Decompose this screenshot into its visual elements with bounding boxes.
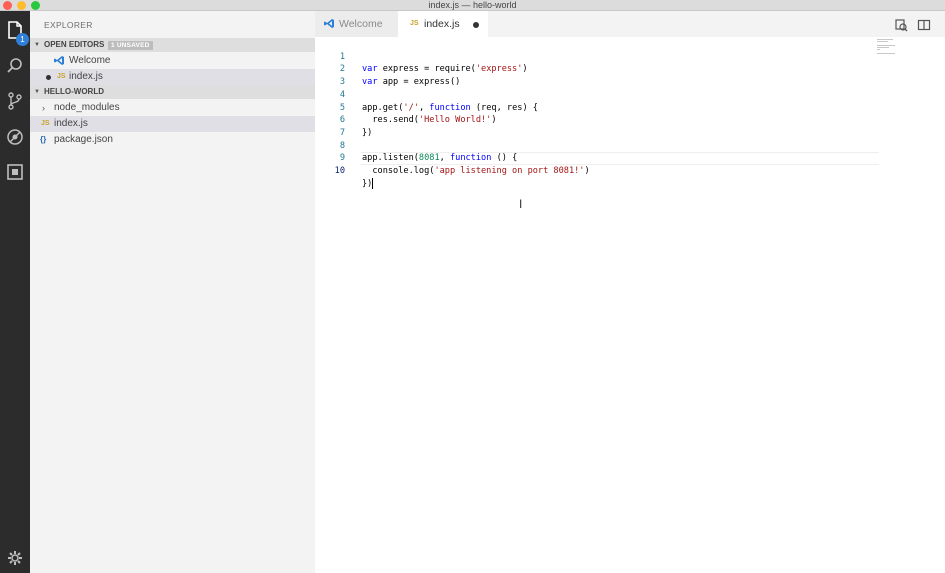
- gear-icon[interactable]: [4, 547, 26, 569]
- code-line: 4 app.get('/', function (req, res) {: [315, 76, 945, 113]
- files-icon[interactable]: 1: [4, 19, 29, 46]
- activity-bar: 1: [0, 11, 30, 573]
- debug-icon[interactable]: [4, 126, 26, 148]
- js-icon: JS: [57, 73, 66, 80]
- editor-tab-bar: Welcome JS index.js: [315, 11, 945, 37]
- extensions-icon[interactable]: [4, 161, 26, 183]
- split-editor-icon[interactable]: [917, 18, 931, 32]
- open-editor-label: Welcome: [69, 55, 111, 66]
- code-line: 8 app.listen(8081, function () {: [315, 127, 945, 164]
- modified-dot-icon[interactable]: [473, 22, 479, 28]
- tree-item-index-js[interactable]: JS index.js: [30, 116, 315, 132]
- code-line: 7: [315, 114, 945, 138]
- js-icon: JS: [410, 20, 419, 27]
- line-number: 10: [334, 166, 345, 176]
- code-line: 2 var app = express(): [315, 51, 945, 87]
- code-editor[interactable]: 1 var express = require('express') 2 var…: [315, 37, 945, 573]
- code-line: 10 }): [315, 152, 945, 189]
- explorer-sidebar: EXPLORER ▼ OPEN EDITORS 1 UNSAVED Welcom…: [30, 11, 315, 573]
- tree-item-label: index.js: [54, 118, 88, 129]
- tab-label: index.js: [424, 18, 460, 30]
- source-control-icon[interactable]: [4, 90, 26, 112]
- open-editor-label: index.js: [69, 71, 103, 82]
- chevron-right-icon: ›: [42, 103, 45, 113]
- text-cursor-icon: I: [519, 197, 523, 211]
- code-line: 1 var express = require('express'): [315, 38, 945, 75]
- code-line: 5 res.send('Hello World!'): [315, 89, 945, 126]
- open-editor-item-welcome[interactable]: Welcome: [30, 53, 315, 69]
- open-changes-icon[interactable]: [894, 18, 908, 32]
- chevron-down-icon: ▼: [34, 42, 40, 48]
- js-icon: JS: [41, 120, 50, 127]
- open-editor-item-index-js[interactable]: JS index.js: [30, 69, 315, 85]
- modified-dot-icon: [46, 75, 51, 80]
- tab-index-js[interactable]: JS index.js: [398, 11, 488, 37]
- chevron-down-icon: ▼: [34, 89, 40, 95]
- code-line: 6 }): [315, 102, 945, 138]
- tab-label: Welcome: [339, 18, 383, 30]
- tree-item-label: package.json: [54, 134, 113, 145]
- folder-header-hello-world[interactable]: ▼ HELLO-WORLD: [30, 85, 315, 99]
- json-icon: {}: [40, 135, 47, 144]
- tree-item-package-json[interactable]: {} package.json: [30, 132, 315, 148]
- title-bar: index.js — hello-world: [0, 0, 945, 11]
- explorer-badge: 1: [16, 33, 29, 46]
- window-title: index.js — hello-world: [428, 0, 517, 10]
- text-caret: [372, 177, 374, 189]
- code-line: 9 console.log('app listening on port 808…: [315, 140, 945, 176]
- tree-item-label: node_modules: [54, 102, 120, 113]
- tree-item-node-modules[interactable]: › node_modules: [30, 100, 315, 116]
- unsaved-badge: 1 UNSAVED: [108, 41, 153, 50]
- sidebar-title: EXPLORER: [44, 20, 93, 30]
- tab-welcome[interactable]: Welcome: [315, 11, 398, 37]
- open-editors-label: OPEN EDITORS: [44, 40, 105, 49]
- code-line: 3: [315, 63, 945, 87]
- open-editors-header[interactable]: ▼ OPEN EDITORS 1 UNSAVED: [30, 38, 315, 52]
- vscode-icon: [324, 11, 335, 39]
- search-icon[interactable]: [4, 55, 26, 77]
- minimap[interactable]: [877, 39, 899, 55]
- folder-label: HELLO-WORLD: [44, 87, 104, 96]
